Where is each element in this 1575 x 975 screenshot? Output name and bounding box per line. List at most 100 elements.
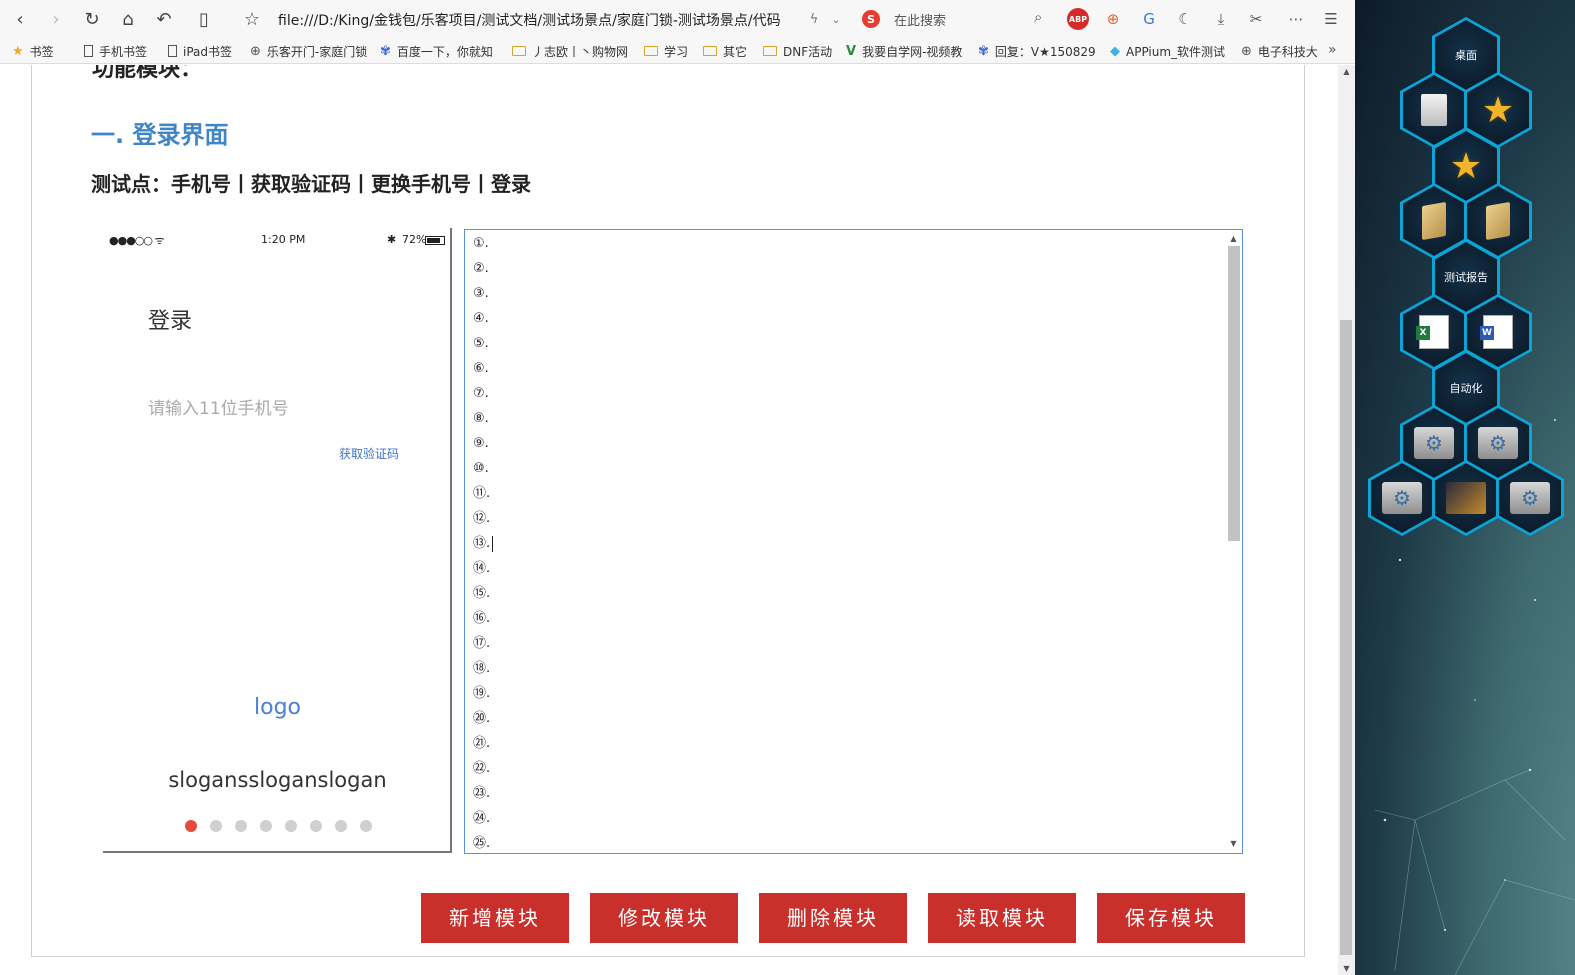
globe-icon: ⊕ [1241, 43, 1252, 59]
textarea-line: ③. [473, 286, 489, 301]
menu-icon[interactable]: ☰ [1320, 8, 1342, 30]
textarea-line: ⑳. [473, 711, 491, 726]
textarea-line: ⑰. [473, 636, 491, 651]
delete-module-button[interactable]: 删除模块 [759, 893, 907, 943]
textarea-line: ⑱. [473, 661, 491, 676]
textarea-line: ⑬. [473, 531, 1213, 556]
phone-mockup: ●●●○○ ᯤ 1:20 PM ✱ 72% 登录 请输入11位手机号 获取验证码… [103, 228, 452, 853]
carousel-dot[interactable] [360, 820, 372, 832]
bookmark-folder[interactable]: 丿志欧丨丶购物网 [512, 38, 632, 64]
adblock-icon[interactable]: ABP [1067, 8, 1089, 30]
gear-icon: ⚙ [1510, 482, 1550, 514]
forward-icon[interactable]: › [38, 0, 74, 38]
folder-icon [1422, 201, 1446, 241]
scissors-icon[interactable]: ✂ [1245, 8, 1267, 30]
word-icon [1480, 315, 1513, 349]
get-code-link[interactable]: 获取验证码 [339, 445, 399, 462]
textarea-line: ⑨. [473, 436, 489, 451]
download-icon[interactable]: ⤓ [1210, 8, 1232, 30]
bookmark-item[interactable]: ✾ 回复：V★150829 [978, 38, 1096, 64]
star-icon: ★ [1449, 145, 1483, 187]
battery-percent: 72% [402, 233, 427, 246]
bookmark-item[interactable]: ⊕ 电子科技大 [1241, 38, 1317, 64]
v-icon: V [846, 43, 857, 59]
bookmark-star-icon[interactable]: ☆ [234, 0, 270, 38]
night-mode-icon[interactable]: ☾ [1174, 8, 1196, 30]
folder-icon [703, 46, 717, 56]
carousel-dot[interactable] [185, 820, 197, 832]
folder-icon [512, 46, 526, 56]
document-icon [1421, 94, 1447, 126]
search-box[interactable]: S 在此搜索 ⌕ [862, 8, 1052, 30]
bookmark-item[interactable]: iPad书签 [168, 38, 246, 64]
page-content: 功能模块： 一. 登录界面 测试点：手机号丨获取验证码丨更换手机号丨登录 ●●●… [0, 65, 1338, 975]
scrollbar-thumb[interactable] [1228, 246, 1240, 541]
scroll-down-icon[interactable]: ▼ [1225, 837, 1242, 851]
slogan: sloganssloganslogan [168, 768, 387, 792]
bookmark-folder[interactable]: DNF活动 [763, 38, 839, 64]
globe-icon: ⊕ [250, 43, 261, 59]
phone-number-input[interactable]: 请输入11位手机号 [148, 394, 289, 419]
bookmark-folder[interactable]: 学习 [644, 38, 694, 64]
address-bar[interactable]: file:///D:/King/金钱包/乐客项目/测试文档/测试场景点/家庭门锁… [278, 10, 781, 30]
gear-icon: ⚙ [1414, 427, 1454, 459]
paw-icon: ✾ [380, 43, 391, 59]
textarea-line: ⑮. [473, 586, 491, 601]
textarea-line: ⑦. [473, 386, 489, 401]
bookmark-item[interactable]: ⊕ 乐客开门-家庭门锁 [250, 38, 368, 64]
textarea-line: ④. [473, 311, 489, 326]
textarea-line: ㉓. [473, 786, 491, 801]
home-icon[interactable]: ⌂ [110, 0, 146, 38]
page-scrollbar[interactable]: ▲ ▼ [1338, 65, 1355, 975]
add-module-button[interactable]: 新增模块 [421, 893, 569, 943]
test-points-textarea[interactable]: ①. ②. ③. ④. ⑤. ⑥. ⑦. ⑧. ⑨. ⑩. ⑪. ⑫. ⑬. ⑭. ⑮. ⑯. ⑰. ⑱. ⑲. ⑳.… [464, 229, 1243, 854]
carousel-dot[interactable] [335, 820, 347, 832]
scroll-down-icon[interactable]: ▼ [1338, 964, 1355, 973]
search-icon[interactable]: ⌕ [1034, 8, 1042, 26]
read-module-button[interactable]: 读取模块 [928, 893, 1076, 943]
scrollbar-thumb[interactable] [1340, 320, 1352, 955]
textarea-line: ⑯. [473, 611, 491, 626]
star-icon: ★ [1481, 89, 1515, 131]
bookmark-item[interactable]: ✾ 百度一下，你就知 [380, 38, 498, 64]
bookmark-item[interactable]: ★ 书签 [12, 38, 72, 64]
carousel-dot[interactable] [310, 820, 322, 832]
reload-icon[interactable]: ↻ [74, 0, 110, 38]
more-icon[interactable]: ⋯ [1285, 8, 1307, 30]
signal-icon: ●●●○○ ᯤ [109, 234, 165, 247]
chevron-down-icon[interactable]: ⌄ [818, 0, 854, 38]
textarea-line: ⑩. [473, 461, 489, 476]
textarea-line: ⑭. [473, 561, 491, 576]
folder-icon [644, 46, 658, 56]
bookmark-item[interactable]: V 我要自学网-视频教 [846, 38, 964, 64]
scroll-up-icon[interactable]: ▲ [1338, 67, 1355, 76]
translate-icon[interactable]: G [1138, 8, 1160, 30]
carousel-dot[interactable] [210, 820, 222, 832]
reader-icon[interactable]: ▯ [186, 0, 222, 38]
status-time: 1:20 PM [261, 233, 306, 246]
logo: logo [254, 695, 301, 720]
undo-icon[interactable]: ↶ [146, 0, 182, 38]
textarea-line: ㉒. [473, 761, 491, 776]
carousel-dots [185, 820, 372, 832]
edit-module-button[interactable]: 修改模块 [590, 893, 738, 943]
textarea-content: ①. ②. ③. ④. ⑤. ⑥. ⑦. ⑧. ⑨. ⑩. ⑪. ⑫. ⑬. ⑭. ⑮. ⑯. ⑰. ⑱. ⑲. ⑳.… [473, 231, 1213, 853]
bookmark-item[interactable]: 手机书签 [84, 38, 162, 64]
save-module-button[interactable]: 保存模块 [1097, 893, 1245, 943]
carousel-dot[interactable] [235, 820, 247, 832]
bookmark-folder[interactable]: 其它 [703, 38, 753, 64]
back-icon[interactable]: ‹ [2, 0, 38, 38]
search-engine-icon[interactable]: S [862, 10, 880, 28]
carousel-dot[interactable] [260, 820, 272, 832]
gear-icon: ⚙ [1478, 427, 1518, 459]
scroll-up-icon[interactable]: ▲ [1225, 232, 1242, 246]
textarea-scrollbar[interactable]: ▲ ▼ [1225, 230, 1242, 853]
textarea-line: ⑪. [473, 486, 491, 501]
textarea-line: ⑲. [473, 686, 491, 701]
textarea-line: ⑤. [473, 336, 489, 351]
folder-icon [1486, 201, 1510, 241]
game-icon[interactable]: ⊕ [1102, 8, 1124, 30]
chevron-right-icon[interactable]: » [1328, 42, 1337, 58]
carousel-dot[interactable] [285, 820, 297, 832]
bookmark-item[interactable]: ◆ APPium_软件测试 [1110, 38, 1228, 64]
